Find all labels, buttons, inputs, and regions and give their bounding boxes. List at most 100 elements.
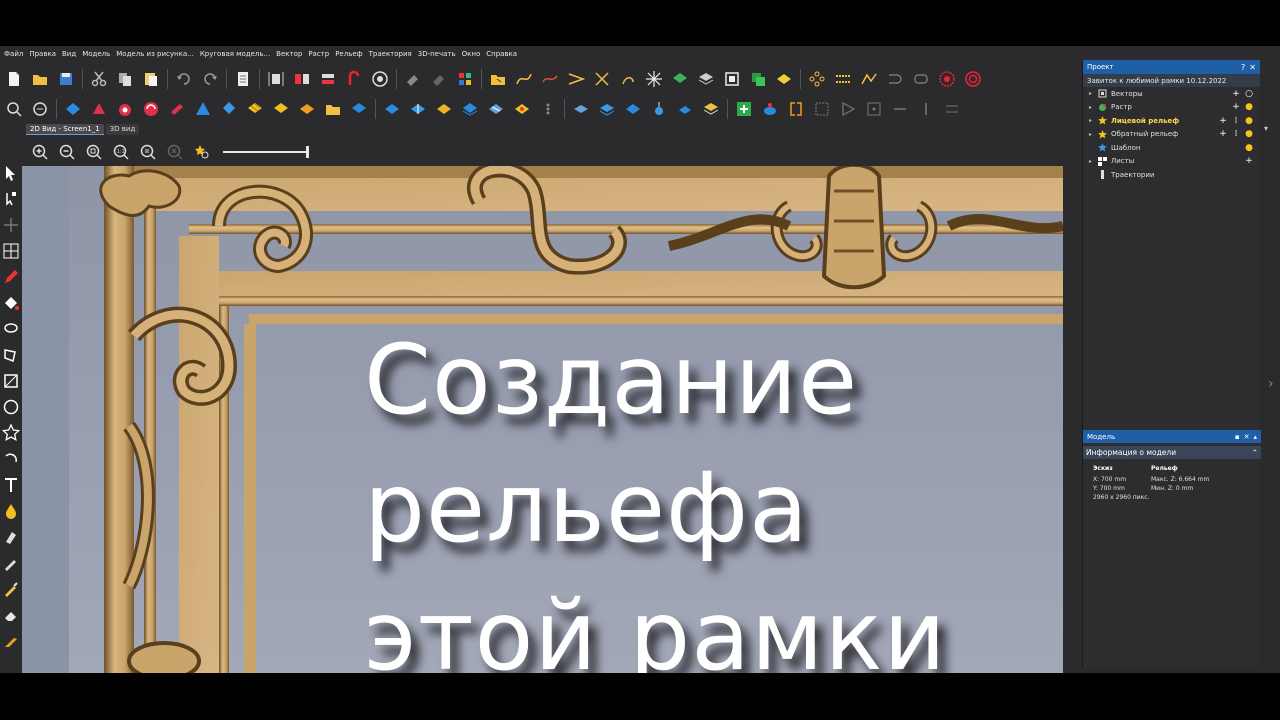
menu-help[interactable]: Справка (486, 50, 517, 58)
magnet-button[interactable] (344, 69, 364, 89)
knife-tool[interactable] (0, 628, 22, 654)
vector-tool-10[interactable] (748, 69, 768, 89)
copy-button[interactable] (115, 69, 135, 89)
redo-button[interactable] (200, 69, 220, 89)
bulb-icon[interactable]: ● (1244, 143, 1254, 153)
project-root[interactable]: Завиток к любимой рамки 10.12.2022 (1083, 74, 1260, 92)
eraser-tool[interactable] (0, 602, 22, 628)
menu-view[interactable]: Вид (62, 50, 76, 58)
sculpt-tool-1[interactable] (403, 69, 423, 89)
sculpt-tool-2[interactable] (429, 69, 449, 89)
menu-edit[interactable]: Правка (29, 50, 56, 58)
zoom-one-button[interactable]: 1:1 (111, 142, 131, 162)
bulb-icon[interactable]: ● (1244, 102, 1254, 112)
mirror-button[interactable] (292, 69, 312, 89)
view-3d-button[interactable] (370, 69, 390, 89)
vector-tool-1[interactable] (514, 69, 534, 89)
brush-tool[interactable] (0, 550, 22, 576)
menu-round-model[interactable]: Круговая модель... (200, 50, 270, 58)
mirror-relief-button[interactable] (786, 99, 806, 119)
move-tool[interactable] (0, 212, 22, 238)
vector-tool-11[interactable] (774, 69, 794, 89)
relief-op-5[interactable] (486, 99, 506, 119)
tree-item-back-relief[interactable]: ▸ Обратный рельеф + ⁞ ● (1083, 128, 1260, 142)
center-point-button[interactable] (864, 99, 884, 119)
vector-tool-4[interactable] (592, 69, 612, 89)
panel-options-icon[interactable]: ▾ (1264, 124, 1268, 133)
relief-op-4[interactable] (460, 99, 480, 119)
vector-tool-3[interactable] (566, 69, 586, 89)
relief-tool-6[interactable] (193, 99, 213, 119)
tree-item-template[interactable]: Шаблон ● (1083, 141, 1260, 155)
vector-tool-5[interactable] (618, 69, 638, 89)
text-tool[interactable] (0, 472, 22, 498)
add-icon[interactable]: + (1231, 102, 1241, 112)
pencil-tool[interactable] (0, 264, 22, 290)
align-tool[interactable] (833, 69, 853, 89)
help-icon[interactable]: ? (1241, 63, 1245, 72)
expand-arrow-icon[interactable]: ▸ (1089, 90, 1097, 97)
grid-dots-icon[interactable]: ⁞ (1231, 129, 1241, 139)
relief-tool-9[interactable] (271, 99, 291, 119)
bulb-icon[interactable]: ● (1244, 116, 1254, 126)
tree-item-sheets[interactable]: ▸ Листы + (1083, 155, 1260, 169)
offset-tool[interactable] (885, 69, 905, 89)
relief-op-1[interactable] (382, 99, 402, 119)
undo-button[interactable] (174, 69, 194, 89)
tree-item-raster[interactable]: ▸ Растр + ● (1083, 101, 1260, 115)
resize-button[interactable] (266, 69, 286, 89)
tab-2d-view[interactable]: 2D Вид - Screen1_1 (26, 124, 104, 135)
menu-window[interactable]: Окно (462, 50, 481, 58)
import-vector-button[interactable] (488, 69, 508, 89)
menu-model-from-image[interactable]: Модель из рисунка... (116, 50, 194, 58)
relief-tool-5[interactable] (167, 99, 187, 119)
2d-viewport[interactable]: Создание рельефа этой рамки (22, 166, 1063, 673)
add-icon[interactable]: + (1218, 129, 1228, 139)
relief-op-8[interactable] (571, 99, 591, 119)
vector-tool-7[interactable] (670, 69, 690, 89)
close-icon[interactable]: ✕ (1244, 433, 1250, 441)
expand-arrow-icon[interactable]: ▸ (1089, 158, 1097, 165)
bulb-icon[interactable]: ● (1244, 129, 1254, 139)
vector-tool-9[interactable] (722, 69, 742, 89)
collapse-chevron-icon[interactable]: ⌃ (1252, 448, 1258, 457)
expand-panel-chevron-icon[interactable]: › (1268, 376, 1274, 392)
vector-tool-6[interactable] (644, 69, 664, 89)
play-button[interactable] (838, 99, 858, 119)
fill-tool[interactable] (0, 290, 22, 316)
circle-tool[interactable] (0, 394, 22, 420)
polygon-tool[interactable] (0, 342, 22, 368)
select-box-button[interactable] (812, 99, 832, 119)
tab-3d-view[interactable]: 3D вид (105, 124, 140, 135)
add-icon[interactable]: + (1231, 89, 1241, 99)
node-tool[interactable] (807, 69, 827, 89)
relief-pot-button[interactable] (760, 99, 780, 119)
vector-tool-8[interactable] (696, 69, 716, 89)
arc-tool[interactable] (0, 446, 22, 472)
menu-vector[interactable]: Вектор (276, 50, 302, 58)
relief-tool-3[interactable] (115, 99, 135, 119)
menu-raster[interactable]: Растр (308, 50, 329, 58)
zoom-disabled-button[interactable] (165, 142, 185, 162)
model-info-header[interactable]: Информация о модели ⌃ (1083, 446, 1261, 459)
grid-transform-tool[interactable] (0, 238, 22, 264)
zoom-window-button[interactable] (138, 142, 158, 162)
zoom-in-button[interactable] (30, 142, 50, 162)
relief-tool-8[interactable] (245, 99, 265, 119)
rings-tool[interactable] (963, 69, 983, 89)
relief-tool-2[interactable] (89, 99, 109, 119)
paint-tool[interactable] (0, 576, 22, 602)
add-icon[interactable]: + (1244, 156, 1254, 166)
expand-arrow-icon[interactable]: ▸ (1089, 104, 1097, 111)
node-edit-tool[interactable] (0, 186, 22, 212)
zoom-out-button[interactable] (57, 142, 77, 162)
add-relief-button[interactable] (734, 99, 754, 119)
layer-button[interactable] (318, 69, 338, 89)
save-button[interactable] (56, 69, 76, 89)
relief-op-10[interactable] (623, 99, 643, 119)
relief-op-12[interactable] (675, 99, 695, 119)
expand-arrow-icon[interactable]: ▸ (1089, 131, 1097, 138)
drop-tool[interactable] (0, 498, 22, 524)
relief-op-9[interactable] (597, 99, 617, 119)
smudge-tool[interactable] (0, 524, 22, 550)
